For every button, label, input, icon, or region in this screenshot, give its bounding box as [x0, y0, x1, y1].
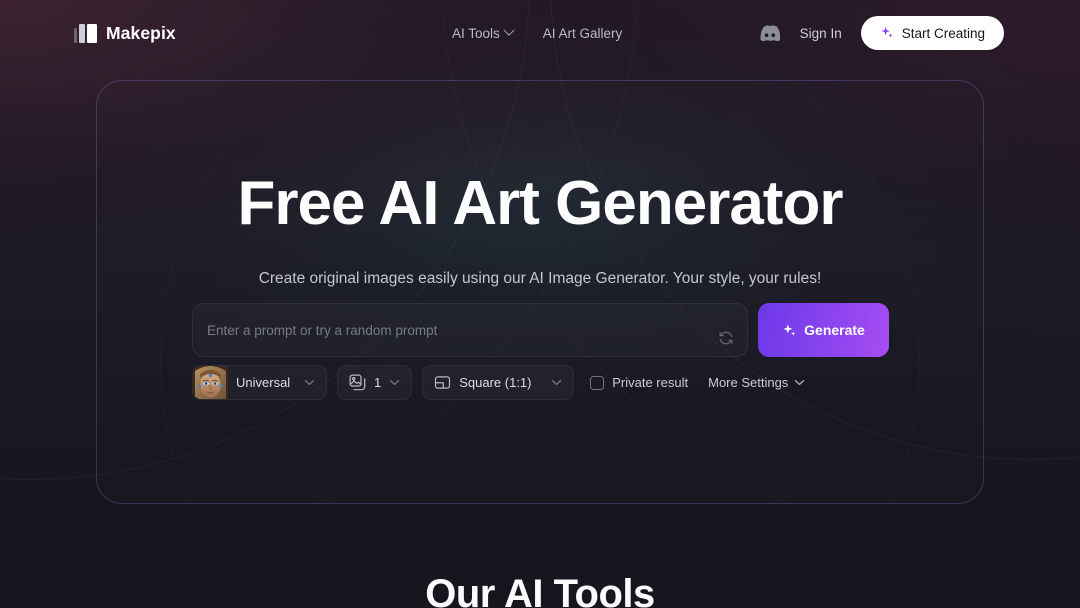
sparkle-icon — [880, 26, 894, 40]
settings-row: Universal 1 Square (1:1) Private result … — [192, 365, 805, 400]
more-settings-label: More Settings — [708, 375, 789, 390]
nav-links: AI Tools AI Art Gallery — [452, 0, 622, 66]
nav-link-ai-art-gallery[interactable]: AI Art Gallery — [543, 26, 623, 41]
private-result-toggle[interactable]: Private result — [590, 375, 688, 390]
images-stack-icon — [349, 374, 366, 391]
page-subtitle: Create original images easily using our … — [258, 270, 822, 287]
aspect-ratio-icon — [434, 374, 451, 391]
aspect-ratio-selector[interactable]: Square (1:1) — [422, 365, 575, 400]
image-count-label: 1 — [374, 375, 382, 390]
navbar: Makepix AI Tools AI Art Gallery Sign In … — [0, 0, 1080, 66]
page-title: Free AI Art Generator — [237, 169, 844, 238]
tools-section: Our AI Tools — [0, 540, 1080, 608]
prompt-box[interactable] — [192, 303, 748, 357]
prompt-row: Generate — [192, 303, 889, 357]
chevron-down-icon — [304, 379, 315, 386]
chevron-down-icon — [794, 379, 805, 386]
model-label: Universal — [236, 375, 291, 390]
prompt-input[interactable] — [207, 304, 707, 356]
refresh-icon[interactable] — [717, 329, 735, 347]
generate-button[interactable]: Generate — [758, 303, 889, 357]
model-selector[interactable]: Universal — [192, 365, 327, 400]
hero-card — [96, 80, 984, 504]
chevron-down-icon — [389, 379, 400, 386]
chevron-down-icon — [503, 24, 515, 36]
nav-actions: Sign In Start Creating — [759, 0, 1004, 66]
brand-name: Makepix — [106, 22, 176, 43]
checkbox-icon[interactable] — [590, 375, 605, 390]
start-creating-label: Start Creating — [901, 25, 985, 41]
bars-logo-icon — [74, 23, 97, 43]
nav-link-ai-tools[interactable]: AI Tools — [452, 24, 515, 41]
private-result-label: Private result — [612, 375, 689, 390]
brand-logo[interactable]: Makepix — [74, 23, 176, 44]
more-settings-button[interactable]: More Settings — [708, 375, 805, 390]
chevron-down-icon — [551, 379, 562, 386]
image-count-selector[interactable]: 1 — [337, 365, 413, 400]
nav-link-label: AI Art Gallery — [542, 25, 623, 41]
sparkle-icon — [782, 323, 797, 338]
discord-icon[interactable] — [759, 22, 781, 44]
start-creating-button[interactable]: Start Creating — [860, 16, 1004, 50]
nav-link-label: AI Tools — [452, 25, 500, 41]
model-avatar — [193, 366, 228, 399]
aspect-ratio-label: Square (1:1) — [459, 375, 532, 390]
section-title: Our AI Tools — [425, 572, 655, 608]
sign-in-link[interactable]: Sign In — [800, 26, 842, 41]
generate-label: Generate — [804, 322, 865, 338]
